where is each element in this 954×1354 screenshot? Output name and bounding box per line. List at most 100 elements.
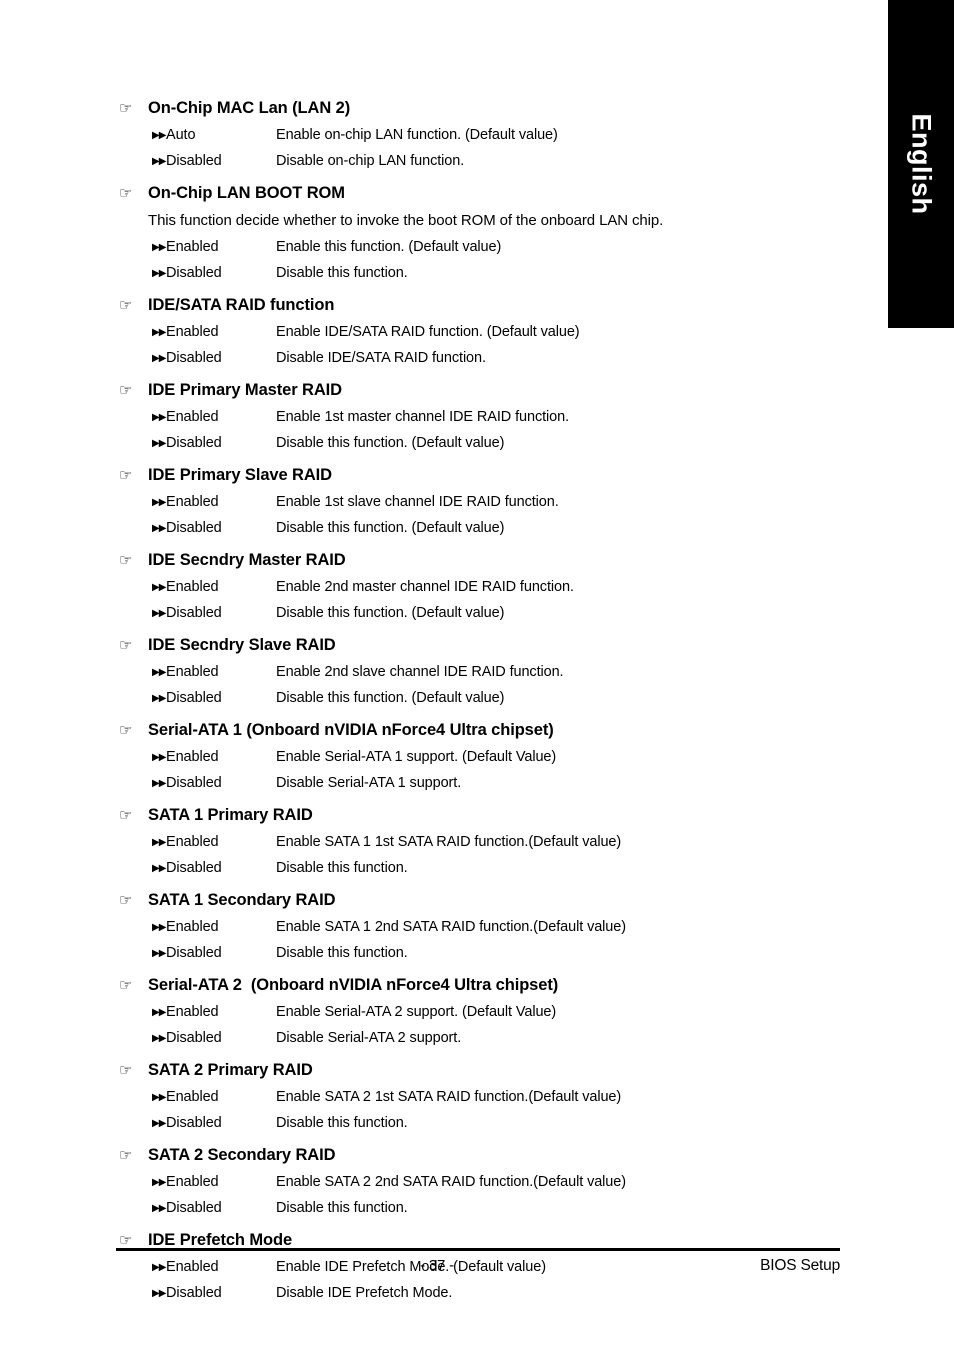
- entry-heading: ☞ SATA 1 Primary RAID: [116, 803, 840, 828]
- entry-heading: ☞ IDE/SATA RAID function: [116, 293, 840, 318]
- option-name: Enabled: [166, 664, 219, 680]
- option-name: Auto: [166, 127, 196, 143]
- language-tab: English: [888, 0, 954, 328]
- entry-title: IDE Secndry Master RAID: [148, 551, 346, 569]
- option-name: Disabled: [166, 605, 222, 621]
- manual-page: English ☞ On-Chip MAC Lan (LAN 2) ▶▶ Auto En…: [0, 0, 954, 1354]
- option-row: ▶▶ Disabled Disable this function.: [152, 856, 840, 882]
- option-name: Disabled: [166, 945, 222, 961]
- bios-option-entry: ☞ IDE Secndry Slave RAID ▶▶ Enabled Enable 2…: [116, 633, 840, 712]
- option-description: Disable this function.: [276, 945, 408, 961]
- option-description: Disable Serial-ATA 1 support.: [276, 775, 462, 791]
- hand-pointer-icon: ☞: [119, 1147, 133, 1164]
- double-arrow-icon: ▶▶: [152, 242, 166, 253]
- entry-title: IDE Primary Slave RAID: [148, 466, 332, 484]
- option-row: ▶▶ Enabled Enable SATA 2 1st SATA RAID fun…: [152, 1085, 840, 1111]
- option-description: Disable this function. (Default value): [276, 435, 505, 451]
- option-name: Enabled: [166, 409, 219, 425]
- hand-pointer-icon: ☞: [119, 467, 133, 484]
- option-description: Enable Serial-ATA 2 support. (Default Va…: [276, 1004, 557, 1020]
- option-description: Enable IDE/SATA RAID function. (Default …: [276, 324, 580, 340]
- entry-heading: ☞ IDE Primary Master RAID: [116, 378, 840, 403]
- double-arrow-icon: ▶▶: [152, 1203, 166, 1214]
- bios-option-entry: ☞ IDE/SATA RAID function ▶▶ Enabled Enable I…: [116, 293, 840, 372]
- option-description: Enable 1st master channel IDE RAID funct…: [276, 409, 569, 425]
- option-description: Enable SATA 2 2nd SATA RAID function.(De…: [276, 1174, 626, 1190]
- option-name: Enabled: [166, 1004, 219, 1020]
- entry-title: On-Chip LAN BOOT ROM: [148, 184, 345, 202]
- option-description: Disable Serial-ATA 2 support.: [276, 1030, 462, 1046]
- option-row: ▶▶ Auto Enable on-chip LAN function. (Defa…: [152, 123, 840, 149]
- option-row: ▶▶ Enabled Enable this function. (Default …: [152, 235, 840, 261]
- option-description: Enable on-chip LAN function. (Default va…: [276, 127, 558, 143]
- option-row: ▶▶ Disabled Disable this function.: [152, 261, 840, 287]
- entry-title: On-Chip MAC Lan (LAN 2): [148, 99, 351, 117]
- double-arrow-icon: ▶▶: [152, 608, 166, 619]
- double-arrow-icon: ▶▶: [152, 837, 166, 848]
- footer-row: - 37 - BIOS Setup: [116, 1254, 840, 1282]
- option-row: ▶▶ Enabled Enable Serial-ATA 1 support. (D…: [152, 745, 840, 771]
- option-row: ▶▶ Enabled Enable Serial-ATA 2 support. (D…: [152, 1000, 840, 1026]
- option-name: Enabled: [166, 579, 219, 595]
- double-arrow-icon: ▶▶: [152, 130, 166, 141]
- hand-pointer-icon: ☞: [119, 977, 133, 994]
- option-row: ▶▶ Disabled Disable Serial-ATA 2 support.: [152, 1026, 840, 1052]
- double-arrow-icon: ▶▶: [152, 156, 166, 167]
- option-row: ▶▶ Disabled Disable this function. (Defaul…: [152, 686, 840, 712]
- option-name: Enabled: [166, 919, 219, 935]
- entry-heading: ☞ Serial-ATA 1 (Onboard nVIDIA nForce4 Ul…: [116, 718, 840, 743]
- double-arrow-icon: ▶▶: [152, 667, 166, 678]
- option-row: ▶▶ Enabled Enable 2nd master channel IDE R…: [152, 575, 840, 601]
- option-description: Enable SATA 1 1st SATA RAID function.(De…: [276, 834, 622, 850]
- option-name: Enabled: [166, 749, 219, 765]
- option-name: Enabled: [166, 239, 219, 255]
- double-arrow-icon: ▶▶: [152, 268, 166, 279]
- option-name: Disabled: [166, 775, 222, 791]
- double-arrow-icon: ▶▶: [152, 1007, 166, 1018]
- page-footer: - 37 - BIOS Setup: [116, 1248, 840, 1282]
- double-arrow-icon: ▶▶: [152, 438, 166, 449]
- double-arrow-icon: ▶▶: [152, 1288, 166, 1299]
- option-description: Enable Serial-ATA 1 support. (Default Va…: [276, 749, 557, 765]
- option-description: Disable this function. (Default value): [276, 690, 505, 706]
- entry-title: SATA 1 Primary RAID: [148, 806, 313, 824]
- option-row: ▶▶ Disabled Disable this function. (Defaul…: [152, 601, 840, 627]
- bios-option-entry: ☞ On-Chip MAC Lan (LAN 2) ▶▶ Auto Enable on-…: [116, 96, 840, 175]
- bios-option-entry: ☞ IDE Secndry Master RAID ▶▶ Enabled Enable …: [116, 548, 840, 627]
- option-description: Disable IDE Prefetch Mode.: [276, 1285, 453, 1301]
- hand-pointer-icon: ☞: [119, 382, 133, 399]
- option-name: Disabled: [166, 435, 222, 451]
- option-description: Disable this function.: [276, 1200, 408, 1216]
- footer-divider: [116, 1248, 840, 1251]
- language-tab-label: English: [906, 113, 937, 215]
- bios-option-entry: ☞ SATA 2 Primary RAID ▶▶ Enabled Enable SATA…: [116, 1058, 840, 1137]
- hand-pointer-icon: ☞: [119, 722, 133, 739]
- option-row: ▶▶ Enabled Enable 2nd slave channel IDE RA…: [152, 660, 840, 686]
- option-description: Enable 2nd master channel IDE RAID funct…: [276, 579, 574, 595]
- hand-pointer-icon: ☞: [119, 185, 133, 202]
- double-arrow-icon: ▶▶: [152, 412, 166, 423]
- option-row: ▶▶ Enabled Enable 1st master channel IDE R…: [152, 405, 840, 431]
- option-row: ▶▶ Disabled Disable IDE/SATA RAID function…: [152, 346, 840, 372]
- option-description: Enable SATA 1 2nd SATA RAID function.(De…: [276, 919, 626, 935]
- entry-description: This function decide whether to invoke t…: [148, 212, 664, 229]
- entry-heading: ☞ SATA 2 Primary RAID: [116, 1058, 840, 1083]
- entry-heading: ☞ IDE Primary Slave RAID: [116, 463, 840, 488]
- option-description: Disable on-chip LAN function.: [276, 153, 465, 169]
- double-arrow-icon: ▶▶: [152, 863, 166, 874]
- entry-title: Serial-ATA 2 (Onboard nVIDIA nForce4 Ult…: [148, 976, 559, 994]
- option-description: Enable this function. (Default value): [276, 239, 502, 255]
- option-name: Disabled: [166, 265, 222, 281]
- option-description: Disable this function.: [276, 860, 408, 876]
- option-description: Enable 2nd slave channel IDE RAID functi…: [276, 664, 564, 680]
- option-row: ▶▶ Disabled Disable this function.: [152, 1111, 840, 1137]
- option-description: Enable SATA 2 1st SATA RAID function.(De…: [276, 1089, 622, 1105]
- entry-title: IDE Primary Master RAID: [148, 381, 342, 399]
- option-row: ▶▶ Disabled Disable on-chip LAN function.: [152, 149, 840, 175]
- entry-title: Serial-ATA 1 (Onboard nVIDIA nForce4 Ult…: [148, 721, 554, 739]
- option-row: ▶▶ Disabled Disable this function.: [152, 941, 840, 967]
- option-description: Disable this function. (Default value): [276, 520, 505, 536]
- option-name: Enabled: [166, 494, 219, 510]
- option-description: Disable IDE/SATA RAID function.: [276, 350, 486, 366]
- double-arrow-icon: ▶▶: [152, 778, 166, 789]
